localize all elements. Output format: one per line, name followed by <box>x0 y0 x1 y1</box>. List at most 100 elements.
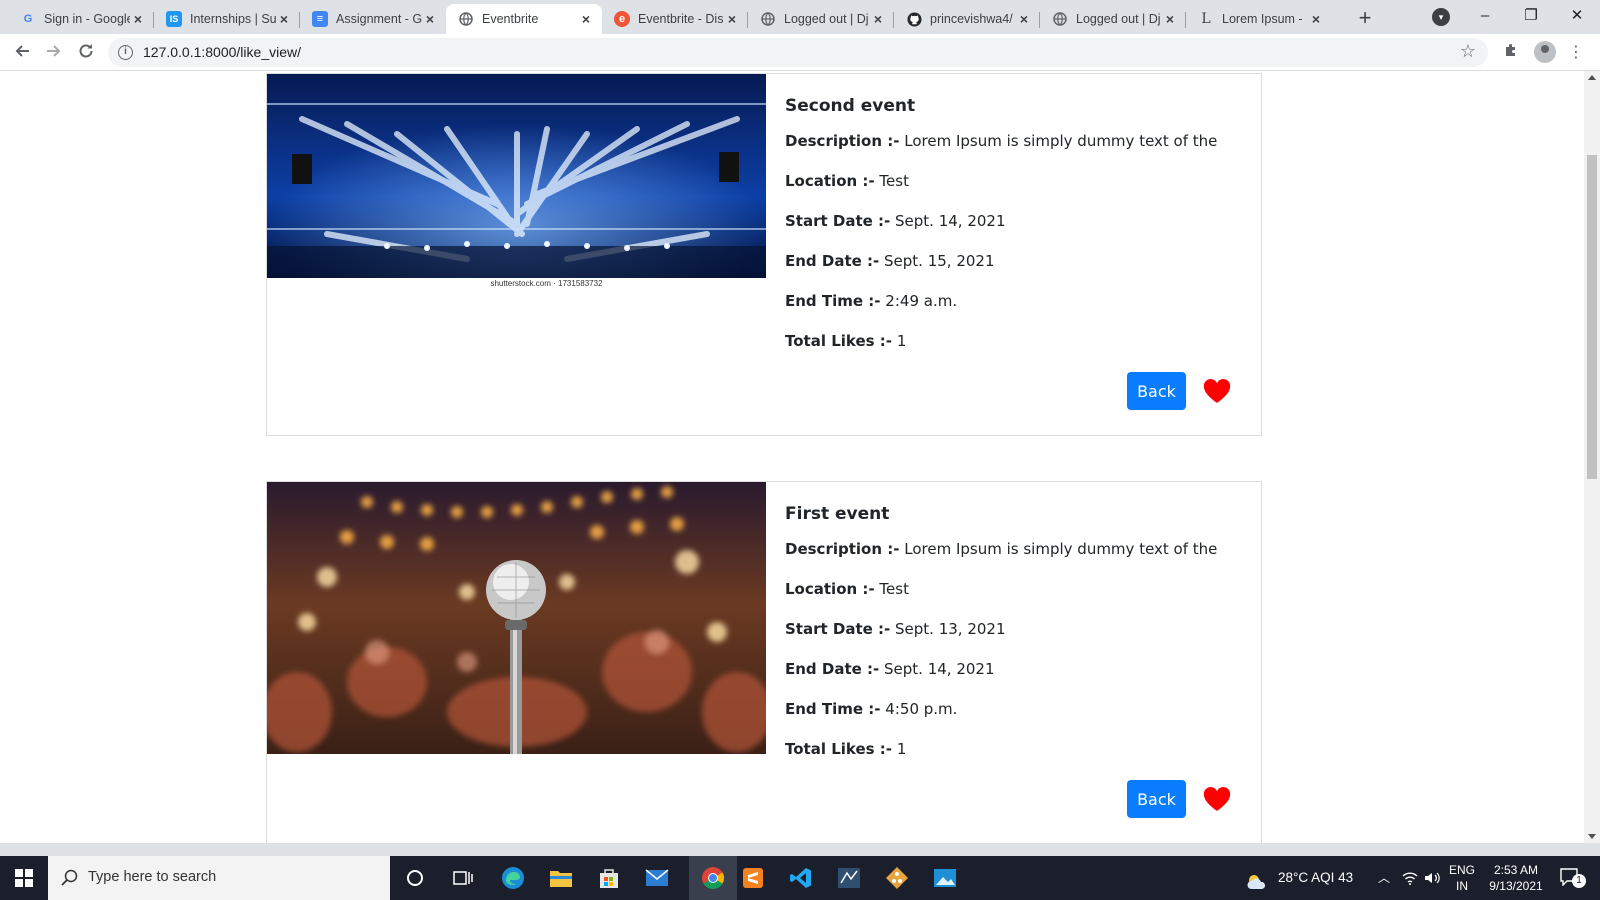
google-icon: G <box>23 13 33 25</box>
tab-title: Sign in - Google <box>44 12 130 26</box>
tab-eventbrite-discover[interactable]: e Eventbrite - Dis × <box>602 4 748 34</box>
notification-count-badge: 1 <box>1572 874 1586 888</box>
sublime-text-icon[interactable] <box>737 862 769 894</box>
github-icon <box>906 11 922 27</box>
tab-title: Lorem Ipsum - <box>1222 12 1303 26</box>
tab-github[interactable]: princevishwa4/ × <box>894 4 1040 34</box>
event-end-time: End Time :- 2:49 a.m. <box>785 292 958 310</box>
language-indicator[interactable]: ENG IN <box>1446 856 1478 900</box>
site-info-icon[interactable]: i <box>118 45 133 60</box>
weather-text[interactable]: 28°C AQI 43 <box>1278 856 1353 900</box>
lorem-ipsum-icon: L <box>1201 11 1211 27</box>
tab-title: Eventbrite - Dis <box>638 12 724 26</box>
menu-kebab-icon[interactable]: ⋮ <box>1566 42 1586 64</box>
show-hidden-icons-chevron-icon[interactable]: ︿ <box>1378 856 1390 900</box>
bookmark-star-icon[interactable]: ☆ <box>1460 41 1476 62</box>
cortana-icon[interactable] <box>399 862 431 894</box>
event-title: First event <box>785 504 890 524</box>
event-image-container: shutterstock.com · 1731583732 <box>267 74 766 300</box>
close-tab-icon[interactable]: × <box>422 11 438 27</box>
page-scrollbar[interactable] <box>1584 71 1600 843</box>
close-tab-icon[interactable]: × <box>870 11 886 27</box>
event-start-date: Start Date :- Sept. 14, 2021 <box>785 212 1006 230</box>
language-code: ENG <box>1448 863 1475 877</box>
weather-icon[interactable] <box>1245 856 1269 900</box>
windows-start-icon[interactable] <box>8 862 40 894</box>
tab-eventbrite-active[interactable]: Eventbrite × <box>446 4 602 34</box>
notifications-icon[interactable]: 1 <box>1560 856 1588 900</box>
scroll-down-arrow-icon[interactable] <box>1588 834 1596 839</box>
git-tool-icon[interactable] <box>881 862 913 894</box>
back-arrow-icon[interactable] <box>8 39 36 67</box>
event-start-date: Start Date :- Sept. 13, 2021 <box>785 620 1006 638</box>
eventbrite-icon: e <box>614 11 630 27</box>
restore-button[interactable]: ❐ <box>1508 0 1554 34</box>
tab-lorem-ipsum[interactable]: L Lorem Ipsum - × <box>1186 4 1332 34</box>
task-view-icon[interactable] <box>447 862 479 894</box>
clock-time: 2:53 AM <box>1493 863 1539 877</box>
tab-logged-out-1[interactable]: Logged out | Dj × <box>748 4 894 34</box>
tab-strip: G Sign in - Google × IS Internships | Su… <box>0 0 1600 34</box>
event-location: Location :- Test <box>785 580 909 598</box>
tab-sign-in-google[interactable]: G Sign in - Google × <box>8 4 154 34</box>
scroll-up-arrow-icon[interactable] <box>1588 75 1596 80</box>
back-button[interactable]: Back <box>1127 780 1186 818</box>
mail-icon[interactable] <box>641 862 673 894</box>
close-window-button[interactable]: ✕ <box>1554 0 1600 34</box>
search-placeholder: Type here to search <box>88 869 217 885</box>
reload-icon[interactable] <box>72 39 100 67</box>
chrome-taskbar-icon[interactable] <box>689 856 737 900</box>
heart-icon[interactable] <box>1203 786 1231 812</box>
minimize-button[interactable]: – <box>1462 0 1508 34</box>
photos-icon[interactable] <box>929 862 961 894</box>
microphone-bokeh-image <box>267 482 766 754</box>
concert-stage-image <box>267 74 766 278</box>
edge-browser-icon[interactable] <box>497 862 529 894</box>
file-explorer-icon[interactable] <box>545 862 577 894</box>
profile-avatar-icon[interactable] <box>1534 41 1556 63</box>
microsoft-store-icon[interactable] <box>593 862 625 894</box>
page-viewport: shutterstock.com · 1731583732 Second eve… <box>0 71 1584 843</box>
url-text: 127.0.0.1:8000/like_view/ <box>143 44 301 60</box>
close-tab-icon[interactable]: × <box>724 11 740 27</box>
new-tab-button[interactable]: + <box>1352 6 1378 32</box>
heart-icon[interactable] <box>1203 378 1231 404</box>
close-tab-icon[interactable]: × <box>276 11 292 27</box>
close-tab-icon[interactable]: × <box>1162 11 1178 27</box>
close-tab-icon[interactable]: × <box>130 11 146 27</box>
event-total-likes: Total Likes :- 1 <box>785 740 907 758</box>
google-docs-icon: ≡ <box>312 11 328 27</box>
close-tab-icon[interactable]: × <box>578 11 594 27</box>
event-location: Location :- Test <box>785 172 909 190</box>
event-details: First event Description :- Lorem Ipsum i… <box>785 482 1261 843</box>
globe-icon <box>458 11 474 27</box>
image-watermark-caption: shutterstock.com · 1731583732 <box>490 279 603 288</box>
tab-internships[interactable]: IS Internships | Su × <box>154 4 300 34</box>
windows-taskbar: Type here to search 28°C AQI 43 ︿ ENG IN… <box>0 856 1600 900</box>
wifi-icon[interactable] <box>1402 856 1418 900</box>
back-button[interactable]: Back <box>1127 372 1186 410</box>
forward-arrow-icon[interactable] <box>40 39 68 67</box>
address-bar[interactable]: i 127.0.0.1:8000/like_view/ ☆ <box>108 38 1488 67</box>
clock[interactable]: 2:53 AM 9/13/2021 <box>1484 856 1548 900</box>
tab-title: Logged out | Dj <box>784 12 869 26</box>
tab-assignment[interactable]: ≡ Assignment - G × <box>300 4 446 34</box>
close-tab-icon[interactable]: × <box>1308 11 1324 27</box>
globe-icon <box>1052 11 1068 27</box>
extensions-puzzle-icon[interactable] <box>1500 42 1522 64</box>
ssms-icon[interactable] <box>833 862 865 894</box>
tab-search-button[interactable]: ▾ <box>1432 8 1450 26</box>
scrollbar-thumb[interactable] <box>1587 155 1597 479</box>
tab-title: Eventbrite <box>482 12 539 26</box>
event-description: Description :- Lorem Ipsum is simply dum… <box>785 132 1218 150</box>
region-code: IN <box>1456 879 1468 893</box>
tab-title: princevishwa4/ <box>930 12 1013 26</box>
vscode-icon[interactable] <box>785 862 817 894</box>
tab-logged-out-2[interactable]: Logged out | Dj × <box>1040 4 1186 34</box>
event-end-date: End Date :- Sept. 15, 2021 <box>785 252 995 270</box>
close-tab-icon[interactable]: × <box>1016 11 1032 27</box>
taskbar-search-box[interactable]: Type here to search <box>48 856 390 900</box>
volume-icon[interactable] <box>1424 856 1440 900</box>
event-card: First event Description :- Lorem Ipsum i… <box>266 481 1262 843</box>
event-image-container <box>267 482 766 754</box>
